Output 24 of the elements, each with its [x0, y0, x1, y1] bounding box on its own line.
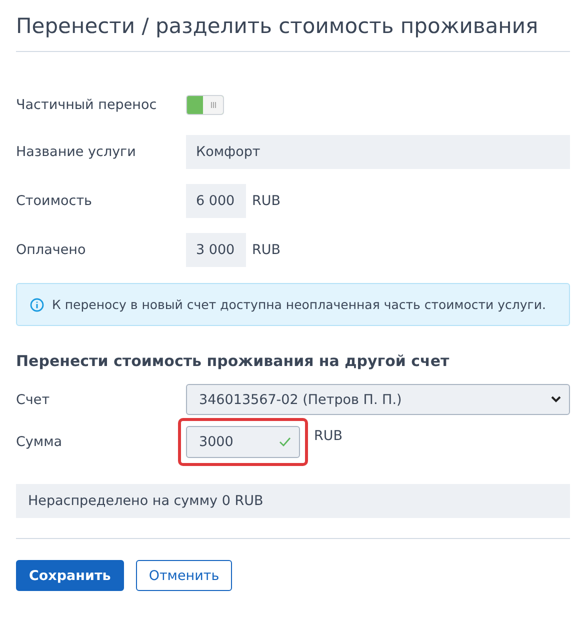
dialog-title: Перенести / разделить стоимость проживания — [16, 13, 540, 40]
field-label: Стоимость — [16, 193, 94, 209]
chevron-down-icon — [551, 396, 561, 403]
info-text: К переносу в новый счет доступна неоплаченная часть стоимости услуги. — [52, 297, 546, 312]
toggle-switch[interactable] — [186, 95, 224, 115]
unallocated-bar: Нераспределено на сумму 0 RUB — [16, 484, 570, 518]
save-button[interactable]: Сохранить — [16, 560, 124, 591]
account-select[interactable]: 346013567-02 (Петров П. П.) — [186, 384, 570, 415]
readonly-field: 6 000 — [186, 184, 246, 218]
field-label: Оплачено — [16, 242, 87, 258]
currency-label: RUB — [252, 193, 281, 209]
field-label: Сумма — [16, 434, 64, 450]
info-icon — [30, 298, 44, 312]
currency-label: RUB — [252, 242, 281, 258]
currency-label: RUB — [314, 428, 343, 444]
readonly-field: 3 000 — [186, 233, 246, 267]
readonly-field: Комфорт — [186, 135, 570, 169]
grip-icon — [210, 102, 216, 108]
field-label: Счет — [16, 392, 51, 408]
field-label: Название услуги — [16, 144, 137, 160]
cancel-button[interactable]: Отменить — [136, 560, 232, 591]
field-label: Частичный перенос — [16, 97, 158, 113]
amount-input[interactable]: 3000 — [186, 426, 300, 458]
section-heading: Перенести стоимость проживания на другой счет — [16, 352, 450, 370]
